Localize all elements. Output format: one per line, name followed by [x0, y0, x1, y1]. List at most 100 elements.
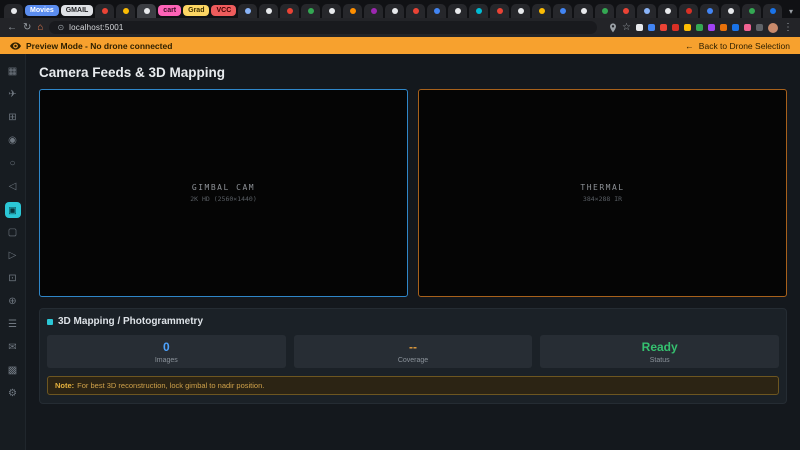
browser-tab[interactable]: [4, 4, 23, 18]
browser-tab[interactable]: [322, 4, 342, 18]
site-info-icon[interactable]: ⊙: [57, 23, 64, 32]
browser-tab[interactable]: [137, 4, 157, 18]
browser-tab[interactable]: [95, 4, 115, 18]
home-icon[interactable]: ⌂: [37, 22, 43, 33]
browser-tab[interactable]: [721, 4, 741, 18]
browser-tab[interactable]: [259, 4, 279, 18]
missions-icon[interactable]: ✈: [5, 87, 21, 103]
reload-icon[interactable]: ↻: [23, 22, 31, 33]
extension-icon[interactable]: [744, 24, 751, 31]
plugins-icon[interactable]: ⊕: [5, 294, 21, 310]
thermal-feed[interactable]: THERMAL 384×288 IR: [418, 89, 787, 297]
grid-icon[interactable]: ▩: [5, 363, 21, 379]
favicon: [122, 8, 129, 14]
tab-group-cart[interactable]: cart: [158, 5, 182, 16]
tab-group-grad[interactable]: Grad: [183, 5, 210, 16]
eye-icon: [10, 41, 21, 50]
browser-tab[interactable]: [553, 4, 573, 18]
browser-tab[interactable]: [595, 4, 615, 18]
extension-icon[interactable]: [732, 24, 739, 31]
browser-tab[interactable]: [742, 4, 762, 18]
favicon: [433, 8, 440, 14]
extension-icon[interactable]: [720, 24, 727, 31]
extension-icon[interactable]: [708, 24, 715, 31]
browser-tab[interactable]: [679, 4, 699, 18]
banner-message-wrap: Preview Mode - No drone connected: [10, 41, 172, 51]
favicon: [391, 8, 398, 14]
url-text: localhost:5001: [69, 23, 124, 32]
favicon: [538, 8, 545, 14]
stat-card-status: Ready Status: [540, 335, 780, 368]
layers-icon[interactable]: ⊡: [5, 271, 21, 287]
feed-subtitle: 384×288 IR: [582, 195, 623, 203]
telemetry-icon[interactable]: ◁: [5, 179, 21, 195]
mapping-bullet-icon: [47, 318, 53, 325]
feed-subtitle: 2K HD (2560×1440): [190, 195, 257, 203]
tab-group-gmail[interactable]: GMAIL: [60, 5, 94, 16]
tab-group-vcc[interactable]: VCC: [211, 5, 237, 16]
extension-icon[interactable]: [684, 24, 691, 31]
extension-icon[interactable]: [636, 24, 643, 31]
favicon: [307, 8, 314, 14]
extension-icon[interactable]: [648, 24, 655, 31]
browser-tab[interactable]: [658, 4, 678, 18]
browser-tab[interactable]: [511, 4, 531, 18]
browser-tab[interactable]: [574, 4, 594, 18]
browser-tab[interactable]: [700, 4, 720, 18]
avatar[interactable]: [768, 22, 778, 33]
browser-tab[interactable]: [490, 4, 510, 18]
browser-tab[interactable]: [469, 4, 489, 18]
location-icon[interactable]: [609, 22, 617, 33]
target-icon[interactable]: ◉: [5, 133, 21, 149]
browser-tab[interactable]: [238, 4, 258, 18]
page-title: Camera Feeds & 3D Mapping: [39, 65, 226, 80]
extension-icon[interactable]: [672, 24, 679, 31]
favicon: [286, 8, 293, 14]
extension-icons: [636, 24, 763, 31]
gimbal-cam-feed[interactable]: GIMBAL CAM 2K HD (2560×1440): [39, 89, 408, 297]
stat-label: Images: [154, 357, 178, 364]
extension-icon[interactable]: [756, 24, 763, 31]
dashboard-icon[interactable]: ▦: [5, 64, 21, 80]
browser-tab[interactable]: [616, 4, 636, 18]
browser-tab[interactable]: [301, 4, 321, 18]
favicon: [685, 8, 692, 14]
favicon: [748, 8, 755, 14]
browser-tab[interactable]: [280, 4, 300, 18]
tab-group-movies[interactable]: Movies: [25, 5, 59, 16]
browser-tab[interactable]: [116, 4, 136, 18]
favicon: [559, 8, 566, 14]
tab-search-chevron-icon[interactable]: ▾: [786, 7, 796, 18]
browser-tab[interactable]: [637, 4, 657, 18]
settings-icon[interactable]: ⚙: [5, 386, 21, 402]
favicon: [412, 8, 419, 14]
geofence-icon[interactable]: ○: [5, 156, 21, 172]
logs-icon[interactable]: ▢: [5, 225, 21, 241]
browser-tab[interactable]: [763, 4, 783, 18]
browser-tab[interactable]: [343, 4, 363, 18]
extension-icon[interactable]: [660, 24, 667, 31]
back-to-drone-selection-link[interactable]: ← Back to Drone Selection: [685, 41, 790, 51]
feed-name: THERMAL: [580, 183, 625, 192]
messages-icon[interactable]: ✉: [5, 340, 21, 356]
extension-icon[interactable]: [696, 24, 703, 31]
bookmark-star-icon[interactable]: ☆: [622, 22, 631, 33]
stat-value: 0: [162, 340, 170, 354]
address-bar[interactable]: ⊙ localhost:5001: [49, 21, 598, 34]
list-icon[interactable]: ☰: [5, 317, 21, 333]
favicon: [328, 8, 335, 14]
screen: Movies GMAIL cart Grad VCC ▾ ← ↻ ⌂ ⊙ localho…: [0, 0, 800, 450]
browser-tab[interactable]: [427, 4, 447, 18]
browser-tab[interactable]: [364, 4, 384, 18]
browser-tab[interactable]: [448, 4, 468, 18]
tab-strip-items: Movies GMAIL cart Grad VCC: [4, 0, 786, 18]
browser-tab[interactable]: [385, 4, 405, 18]
video-icon[interactable]: ▷: [5, 248, 21, 264]
browser-tab[interactable]: [532, 4, 552, 18]
map-icon[interactable]: ⊞: [5, 110, 21, 126]
back-icon[interactable]: ←: [7, 22, 17, 33]
menu-kebab-icon[interactable]: ⋮: [783, 22, 793, 33]
camera-icon[interactable]: ▣: [4, 202, 21, 218]
favicon: [769, 8, 776, 14]
browser-tab[interactable]: [406, 4, 426, 18]
